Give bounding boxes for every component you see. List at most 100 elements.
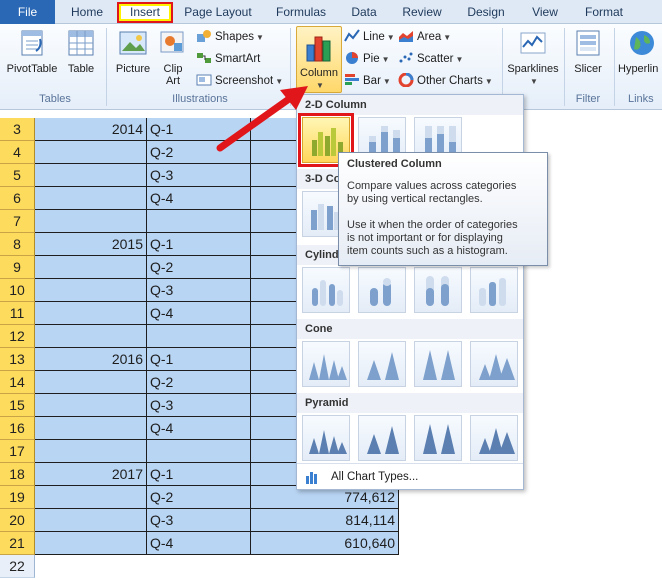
scatter-chart-button[interactable]: Scatter ▼	[398, 49, 463, 69]
pyramid-option-3[interactable]	[414, 415, 462, 461]
row-header[interactable]: 10	[0, 279, 35, 302]
cell-quarter[interactable]: Q-1	[147, 348, 251, 371]
cell-year[interactable]: 2015	[35, 233, 147, 256]
row-header[interactable]: 5	[0, 164, 35, 187]
tab-insert[interactable]: Insert	[117, 2, 173, 23]
row-header[interactable]: 8	[0, 233, 35, 256]
row-header[interactable]: 18	[0, 463, 35, 486]
picture-button[interactable]: Picture	[110, 27, 156, 75]
cell-year[interactable]	[35, 486, 147, 509]
area-chart-button[interactable]: Area ▼	[398, 27, 451, 47]
row-header[interactable]: 22	[0, 555, 35, 578]
other-charts-button[interactable]: Other Charts ▼	[398, 71, 493, 91]
cylinder-option-1[interactable]	[302, 267, 350, 313]
pie-chart-button[interactable]: Pie ▼	[344, 49, 390, 69]
cell-quarter[interactable]	[147, 325, 251, 348]
cell-year[interactable]	[35, 509, 147, 532]
cell-year[interactable]	[35, 302, 147, 325]
cell-year[interactable]	[35, 141, 147, 164]
tab-page-layout[interactable]: Page Layout	[178, 2, 258, 23]
cone-option-3[interactable]	[414, 341, 462, 387]
cone-option-4[interactable]	[470, 341, 518, 387]
table-button[interactable]: Table	[62, 27, 100, 75]
row-header[interactable]: 14	[0, 371, 35, 394]
cell-quarter[interactable]: Q-4	[147, 417, 251, 440]
cell-year[interactable]	[35, 187, 147, 210]
smartart-button[interactable]: SmartArt	[196, 49, 260, 69]
cell-year[interactable]	[35, 371, 147, 394]
cell-year[interactable]: 2016	[35, 348, 147, 371]
cell-quarter[interactable]: Q-4	[147, 302, 251, 325]
cell-quarter[interactable]: Q-3	[147, 394, 251, 417]
cell-year[interactable]	[35, 440, 147, 463]
cone-option-2[interactable]	[358, 341, 406, 387]
table-icon	[68, 30, 94, 56]
row-header[interactable]: 12	[0, 325, 35, 348]
tab-file[interactable]: File	[0, 0, 55, 24]
tab-data[interactable]: Data	[343, 2, 385, 23]
row-header[interactable]: 16	[0, 417, 35, 440]
row-header[interactable]: 9	[0, 256, 35, 279]
pyramid-option-4[interactable]	[470, 415, 518, 461]
line-chart-button[interactable]: Line ▼	[344, 27, 395, 47]
cell-year[interactable]	[35, 325, 147, 348]
cell-quarter[interactable]	[147, 440, 251, 463]
row-header[interactable]: 20	[0, 509, 35, 532]
row-header[interactable]: 15	[0, 394, 35, 417]
row-header[interactable]: 7	[0, 210, 35, 233]
cell-year[interactable]	[35, 256, 147, 279]
cell-year[interactable]	[35, 164, 147, 187]
cell-quarter[interactable]	[147, 210, 251, 233]
cell-value[interactable]: 610,640	[251, 532, 399, 555]
pyramid-option-1[interactable]	[302, 415, 350, 461]
row-header[interactable]: 13	[0, 348, 35, 371]
row-header[interactable]: 21	[0, 532, 35, 555]
tab-formulas[interactable]: Formulas	[270, 2, 332, 23]
cell-quarter[interactable]: Q-3	[147, 164, 251, 187]
cell-quarter[interactable]: Q-4	[147, 187, 251, 210]
pyramid-option-2[interactable]	[358, 415, 406, 461]
cell-year[interactable]	[35, 279, 147, 302]
tab-review[interactable]: Review	[396, 2, 448, 23]
tab-view[interactable]: View	[524, 2, 566, 23]
cell-quarter[interactable]: Q-4	[147, 532, 251, 555]
row-header[interactable]: 11	[0, 302, 35, 325]
tooltip-line: Compare values across categories	[347, 180, 517, 192]
slicer-button[interactable]: Slicer	[568, 27, 608, 75]
cell-quarter[interactable]: Q-1	[147, 233, 251, 256]
cell-year[interactable]	[35, 532, 147, 555]
row-header[interactable]: 3	[0, 118, 35, 141]
cell-quarter[interactable]: Q-1	[147, 463, 251, 486]
cell-year[interactable]	[35, 417, 147, 440]
pivottable-button[interactable]: PivotTable	[4, 27, 60, 75]
cell-quarter[interactable]: Q-2	[147, 371, 251, 394]
cell-quarter[interactable]: Q-2	[147, 256, 251, 279]
cell-quarter[interactable]: Q-2	[147, 486, 251, 509]
hyperlink-button[interactable]: Hyperlin	[618, 27, 662, 75]
cell-quarter[interactable]: Q-3	[147, 509, 251, 532]
cell-year[interactable]: 2014	[35, 118, 147, 141]
cone-100-icon	[423, 350, 455, 380]
tab-home[interactable]: Home	[62, 2, 112, 23]
cone-option-1[interactable]	[302, 341, 350, 387]
bar-chart-button[interactable]: Bar ▼	[344, 71, 391, 91]
clipart-icon	[160, 31, 184, 53]
cell-quarter[interactable]: Q-3	[147, 279, 251, 302]
cell-year[interactable]	[35, 210, 147, 233]
cell-year[interactable]: 2017	[35, 463, 147, 486]
clipart-button[interactable]: Clip Art	[158, 27, 188, 87]
cylinder-option-3[interactable]	[414, 267, 462, 313]
cell-year[interactable]	[35, 394, 147, 417]
shapes-button[interactable]: Shapes ▼	[196, 27, 264, 47]
cylinder-option-2[interactable]	[358, 267, 406, 313]
row-header[interactable]: 19	[0, 486, 35, 509]
row-header[interactable]: 4	[0, 141, 35, 164]
row-header[interactable]: 17	[0, 440, 35, 463]
tab-format[interactable]: Format	[578, 2, 630, 23]
tab-design[interactable]: Design	[460, 2, 512, 23]
sparklines-button[interactable]: Sparklines ▼	[504, 27, 562, 87]
cell-value[interactable]: 814,114	[251, 509, 399, 532]
all-chart-types-link[interactable]: All Chart Types...	[297, 463, 523, 489]
cylinder-option-4[interactable]	[470, 267, 518, 313]
row-header[interactable]: 6	[0, 187, 35, 210]
